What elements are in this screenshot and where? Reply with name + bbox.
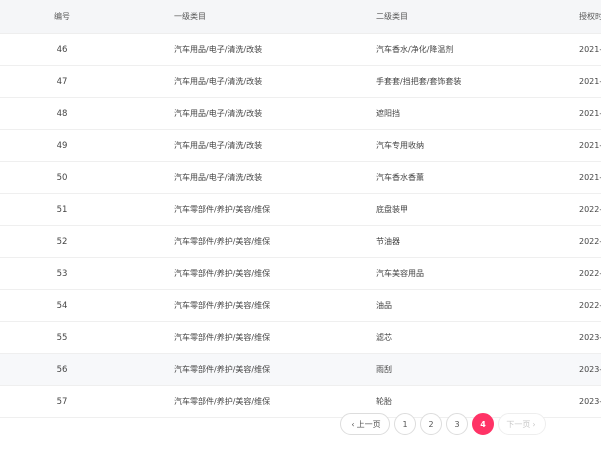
cell-level2: 汽车美容用品 [376, 269, 424, 278]
table-row[interactable]: 47 汽车用品/电子/清洗/改装 手套套/挡把套/套饰套装 2021- [0, 66, 601, 98]
cell-level1: 汽车用品/电子/清洗/改装 [174, 109, 263, 118]
cell-level2: 汽车专用收纳 [376, 141, 424, 150]
page-button-4-current[interactable]: 4 [472, 413, 494, 435]
page-button-1[interactable]: 1 [394, 413, 416, 435]
header-level1[interactable]: 一级类目 [174, 0, 364, 33]
table-row[interactable]: 52 汽车零部件/养护/美容/维保 节油器 2022- [0, 226, 601, 258]
cell-level1: 汽车用品/电子/清洗/改装 [174, 141, 263, 150]
page-button-3[interactable]: 3 [446, 413, 468, 435]
cell-level2: 油品 [376, 301, 392, 310]
category-table: 编号 一级类目 二级类目 授权时 46 汽车用品/电子/清洗/改装 汽车香水/净… [0, 0, 601, 418]
cell-date: 2021- [579, 45, 601, 54]
table-row[interactable]: 54 汽车零部件/养护/美容/维保 油品 2022- [0, 290, 601, 322]
cell-level2: 雨刮 [376, 365, 392, 374]
cell-date: 2022- [579, 269, 601, 278]
cell-level1: 汽车零部件/养护/美容/维保 [174, 365, 271, 374]
cell-date: 2021- [579, 77, 601, 86]
table-row[interactable]: 49 汽车用品/电子/清洗/改装 汽车专用收纳 2021- [0, 130, 601, 162]
cell-level1: 汽车用品/电子/清洗/改装 [174, 173, 263, 182]
header-level2[interactable]: 二级类目 [376, 0, 566, 33]
cell-no: 52 [56, 236, 68, 247]
next-page-button[interactable]: 下一页 › [498, 413, 546, 435]
table-row[interactable]: 51 汽车零部件/养护/美容/维保 底盘装甲 2022- [0, 194, 601, 226]
cell-level2: 滤芯 [376, 333, 392, 342]
cell-no: 57 [56, 396, 68, 407]
cell-level1: 汽车用品/电子/清洗/改装 [174, 45, 263, 54]
cell-no: 47 [56, 76, 68, 87]
cell-no: 55 [56, 332, 68, 343]
cell-no: 53 [56, 268, 68, 279]
table-row[interactable]: 50 汽车用品/电子/清洗/改装 汽车香水香薰 2021- [0, 162, 601, 194]
cell-level2: 手套套/挡把套/套饰套装 [376, 77, 462, 86]
chevron-left-icon: ‹ [351, 419, 355, 429]
cell-level2: 遮阳挡 [376, 109, 400, 118]
chevron-right-icon: › [532, 419, 536, 429]
cell-date: 2021- [579, 173, 601, 182]
cell-level1: 汽车零部件/养护/美容/维保 [174, 397, 271, 406]
prev-page-label: 上一页 [356, 419, 381, 429]
header-no[interactable]: 编号 [22, 0, 102, 33]
cell-level2: 底盘装甲 [376, 205, 408, 214]
cell-date: 2022- [579, 205, 601, 214]
cell-no: 46 [56, 44, 68, 55]
cell-date: 2022- [579, 237, 601, 246]
header-date[interactable]: 授权时 [579, 0, 601, 33]
table-row[interactable]: 46 汽车用品/电子/清洗/改装 汽车香水/净化/降温剂 2021- [0, 34, 601, 66]
cell-no: 50 [56, 172, 68, 183]
cell-no: 49 [56, 140, 68, 151]
cell-level2: 汽车香水香薰 [376, 173, 424, 182]
pagination: ‹ 上一页 1 2 3 4 下一页 › [340, 413, 550, 435]
cell-level1: 汽车用品/电子/清洗/改装 [174, 77, 263, 86]
next-page-label: 下一页 [506, 419, 531, 429]
cell-level1: 汽车零部件/养护/美容/维保 [174, 205, 271, 214]
cell-level2: 汽车香水/净化/降温剂 [376, 45, 454, 54]
cell-level1: 汽车零部件/养护/美容/维保 [174, 237, 271, 246]
cell-date: 2021- [579, 141, 601, 150]
table-row-hovered[interactable]: 56 汽车零部件/养护/美容/维保 雨刮 2023- [0, 354, 601, 386]
page-button-2[interactable]: 2 [420, 413, 442, 435]
table-row[interactable]: 55 汽车零部件/养护/美容/维保 滤芯 2023- [0, 322, 601, 354]
cell-level1: 汽车零部件/养护/美容/维保 [174, 301, 271, 310]
cell-level1: 汽车零部件/养护/美容/维保 [174, 269, 271, 278]
cell-no: 48 [56, 108, 68, 119]
prev-page-button[interactable]: ‹ 上一页 [340, 413, 390, 435]
table-row[interactable]: 48 汽车用品/电子/清洗/改装 遮阳挡 2021- [0, 98, 601, 130]
table-row[interactable]: 53 汽车零部件/养护/美容/维保 汽车美容用品 2022- [0, 258, 601, 290]
cell-date: 2021- [579, 109, 601, 118]
cell-date: 2023- [579, 397, 601, 406]
cell-date: 2023- [579, 365, 601, 374]
cell-date: 2022- [579, 301, 601, 310]
table-header: 编号 一级类目 二级类目 授权时 [0, 0, 601, 34]
cell-no: 56 [56, 364, 68, 375]
cell-no: 51 [56, 204, 68, 215]
cell-no: 54 [56, 300, 68, 311]
cell-level2: 节油器 [376, 237, 400, 246]
cell-date: 2023- [579, 333, 601, 342]
cell-level1: 汽车零部件/养护/美容/维保 [174, 333, 271, 342]
